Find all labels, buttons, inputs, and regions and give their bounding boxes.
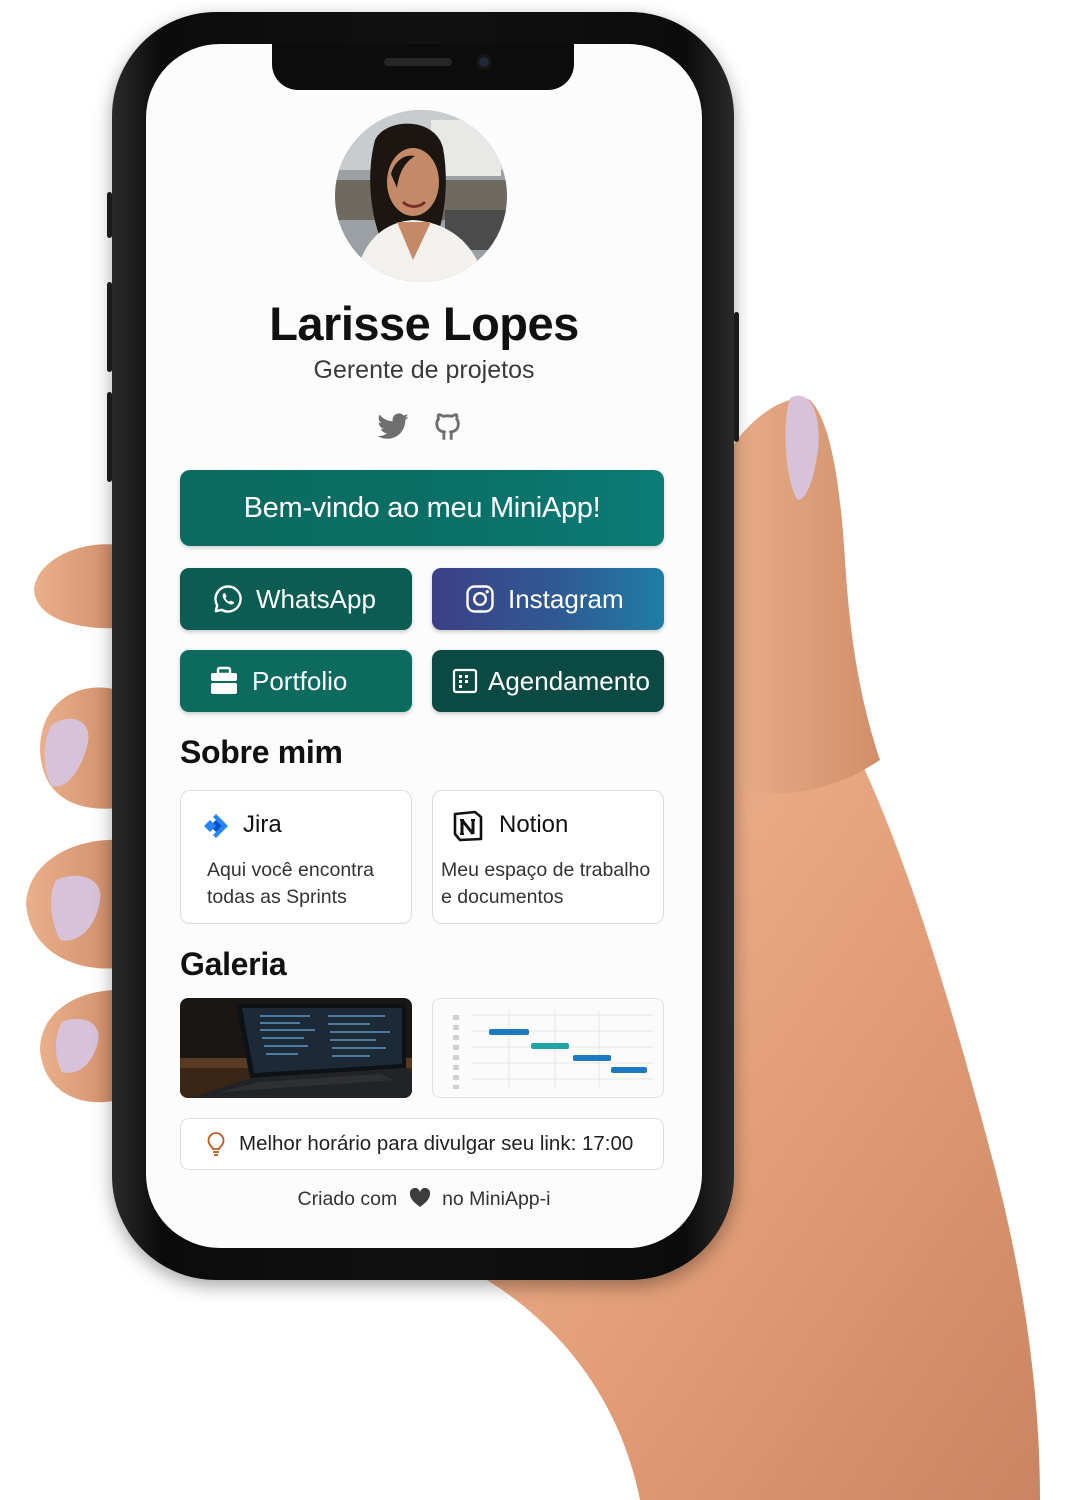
notion-card[interactable]: Notion Meu espaço de trabalho e document… <box>432 790 664 924</box>
gallery-heading: Galeria <box>180 946 287 982</box>
laptop-photo[interactable] <box>180 998 412 1098</box>
heart-icon <box>409 1187 431 1208</box>
calendar-icon <box>452 668 478 694</box>
lightbulb-icon <box>205 1131 227 1157</box>
briefcase-icon <box>208 665 240 697</box>
whatsapp-button[interactable]: WhatsApp <box>180 568 412 630</box>
notion-title: Notion <box>499 811 569 838</box>
jira-icon <box>201 811 231 841</box>
gantt-chart-image[interactable] <box>432 998 664 1098</box>
best-time-tip: Melhor horário para divulgar seu link: 1… <box>180 1118 664 1170</box>
app-screen: Larisse Lopes Gerente de projetos Bem-vi… <box>146 44 702 1248</box>
whatsapp-label: WhatsApp <box>256 583 376 614</box>
jira-description: Aqui você encontra todas as Sprints <box>207 859 374 908</box>
profile-name: Larisse Lopes <box>269 297 579 350</box>
profile-photo[interactable] <box>335 110 507 282</box>
portfolio-label: Portfolio <box>252 665 348 696</box>
profile-role: Gerente de projetos <box>313 356 535 384</box>
notion-description: Meu espaço de trabalho e documentos <box>441 859 651 908</box>
portfolio-button[interactable]: Portfolio <box>180 650 412 712</box>
github-icon[interactable] <box>430 410 464 444</box>
whatsapp-icon <box>212 583 244 615</box>
footer-suffix[interactable]: no MiniApp-i <box>442 1188 550 1210</box>
instagram-label: Instagram <box>508 583 624 614</box>
phone-notch <box>272 44 574 90</box>
tip-text: Melhor horário para divulgar seu link: 1… <box>239 1132 634 1155</box>
footer-prefix: Criado com <box>297 1188 398 1210</box>
agendamento-button[interactable]: Agendamento <box>432 650 664 712</box>
social-links <box>376 410 472 444</box>
welcome-button[interactable]: Bem-vindo ao meu MiniApp! <box>180 470 664 546</box>
instagram-button[interactable]: Instagram <box>432 568 664 630</box>
twitter-icon[interactable] <box>376 410 410 444</box>
about-heading: Sobre mim <box>180 734 343 770</box>
agendamento-label: Agendamento <box>488 665 650 696</box>
jira-card[interactable]: Jira Aqui você encontra todas as Sprints <box>180 790 412 924</box>
notion-icon <box>451 809 485 843</box>
jira-title: Jira <box>243 811 282 838</box>
footer: Criado com no MiniApp-i <box>146 1187 702 1211</box>
instagram-icon <box>464 583 496 615</box>
